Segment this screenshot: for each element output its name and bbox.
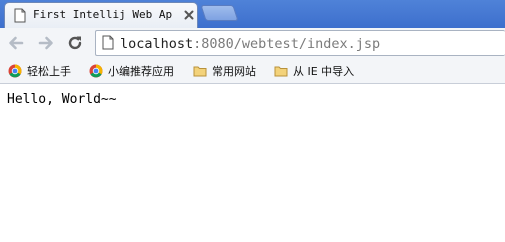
body-text: Hello, World~~	[7, 92, 117, 107]
url-path: :8080/webtest/index.jsp	[193, 36, 381, 52]
url-host: localhost	[120, 36, 194, 52]
bookmark-folder[interactable]: 常用网站	[193, 63, 256, 79]
page-icon	[102, 35, 114, 50]
page-content: Hello, World~~	[0, 85, 505, 242]
bookmark-label: 小编推荐应用	[108, 65, 174, 78]
address-bar[interactable]: localhost:8080/webtest/index.jsp	[95, 30, 505, 56]
close-icon[interactable]	[182, 8, 196, 22]
new-tab-button[interactable]	[200, 5, 239, 21]
bookmark-label: 从 IE 中导入	[293, 65, 355, 78]
bookmarks-bar: 轻松上手 小编推荐应用 常用网站 从 IE 中导入	[0, 58, 505, 84]
chrome-icon	[8, 64, 22, 78]
bookmark-item[interactable]: 轻松上手	[8, 63, 71, 79]
bookmark-folder[interactable]: 从 IE 中导入	[274, 63, 354, 79]
toolbar: localhost:8080/webtest/index.jsp	[0, 28, 505, 58]
chrome-icon	[89, 64, 103, 78]
bookmark-label: 轻松上手	[27, 65, 71, 78]
forward-button[interactable]	[35, 32, 57, 54]
folder-icon	[274, 66, 288, 77]
tab-active[interactable]: First Intellij Web Appl	[4, 2, 198, 28]
bookmark-label: 常用网站	[212, 65, 256, 78]
forward-arrow-icon	[38, 36, 53, 50]
url-text[interactable]: localhost:8080/webtest/index.jsp	[120, 35, 380, 53]
tab-title: First Intellij Web Appl	[33, 8, 173, 21]
back-button[interactable]	[5, 32, 27, 54]
back-arrow-icon	[9, 36, 24, 50]
bookmark-item[interactable]: 小编推荐应用	[89, 63, 174, 79]
page-icon	[14, 8, 26, 23]
reload-button[interactable]	[64, 32, 86, 54]
reload-icon	[68, 36, 82, 50]
tab-strip: First Intellij Web Appl	[0, 0, 505, 28]
folder-icon	[193, 66, 207, 77]
